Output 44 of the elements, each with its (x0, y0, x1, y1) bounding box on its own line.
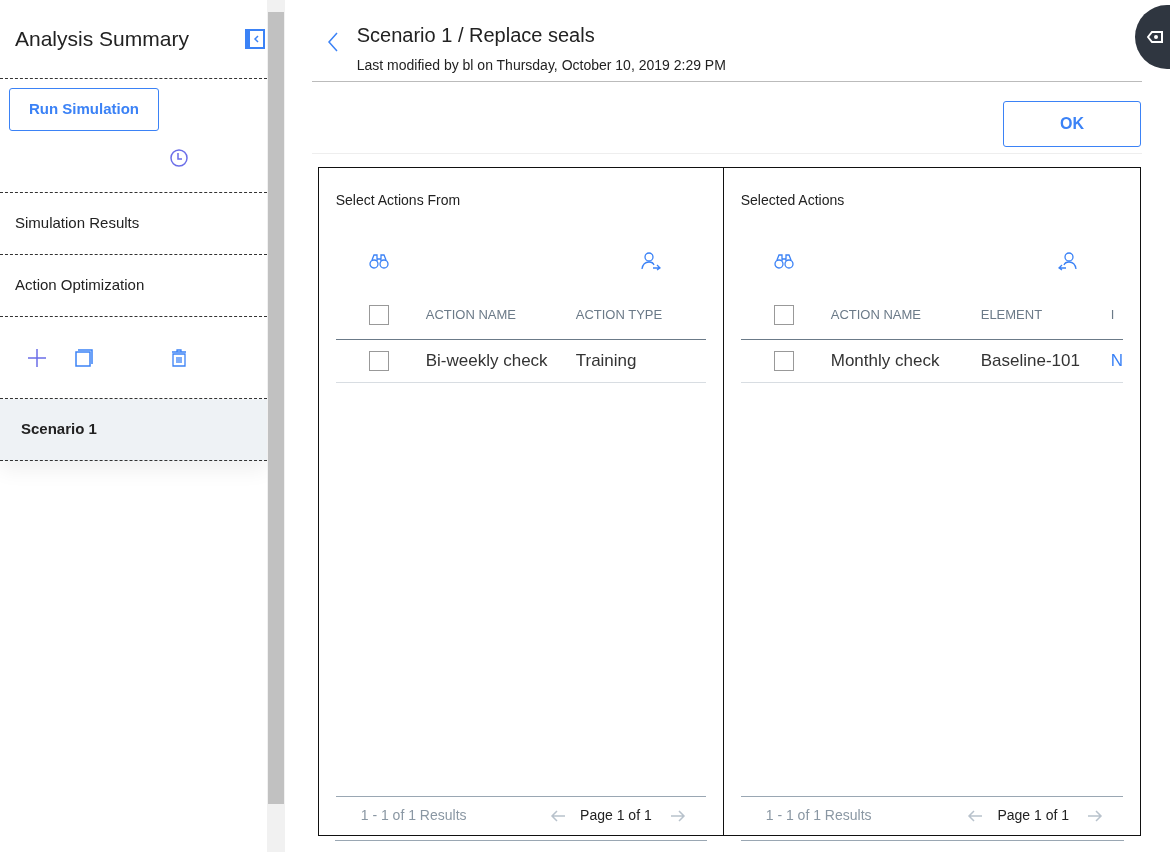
panel-title: Selected Actions (740, 191, 846, 210)
column-header: ACTION NAME (425, 305, 517, 324)
person-arrow-icon[interactable] (640, 251, 661, 271)
trash-icon[interactable] (171, 348, 187, 367)
row-checkbox[interactable] (368, 351, 389, 371)
results-count: 1 - 1 of 1 Results (765, 806, 872, 825)
page-indicator: Page 1 of 1 (580, 806, 652, 825)
table-cell-text: Monthly check (830, 350, 941, 373)
table-cell-text: Baseline-101 (980, 350, 1081, 373)
page-title: Scenario 1 / Replace seals (356, 23, 596, 48)
panel-title: Select Actions From (335, 191, 462, 210)
page-indicator: Page 1 of 1 (997, 806, 1069, 825)
select-all-checkbox[interactable] (368, 304, 389, 325)
floating-action-button[interactable] (1135, 5, 1170, 69)
column-header: I (1110, 305, 1116, 324)
row-checkbox[interactable] (773, 351, 794, 371)
sidebar-item[interactable]: Simulation Results (0, 193, 267, 255)
previous-page-button[interactable] (550, 809, 567, 822)
chevron-left-icon (253, 35, 260, 43)
column-header: ACTION TYPE (575, 305, 664, 324)
back-icon[interactable] (326, 32, 339, 52)
table-cell-text: Training (575, 350, 638, 373)
copy-icon[interactable] (75, 348, 93, 367)
person-arrow-icon[interactable] (1058, 251, 1078, 271)
clock-icon[interactable] (169, 148, 189, 168)
column-header: ACTION NAME (830, 305, 922, 324)
next-page-button[interactable] (1087, 809, 1103, 822)
table-cell-text: Bi-weekly check (425, 350, 549, 373)
scenario-item[interactable]: Scenario 1 (0, 399, 267, 461)
add-icon[interactable] (27, 347, 47, 368)
previous-page-button[interactable] (967, 809, 984, 822)
sidebar-title: Analysis Summary (15, 26, 189, 53)
ok-button[interactable]: OK (1003, 101, 1141, 147)
results-count: 1 - 1 of 1 Results (360, 806, 467, 825)
select-all-checkbox[interactable] (773, 304, 794, 325)
table-cell-text: N (1110, 350, 1123, 373)
last-modified-text: Last modified by bl on Thursday, October 10, 2019 2:29 PM (356, 56, 726, 75)
binoculars-icon[interactable] (368, 253, 389, 269)
scrollbar[interactable] (266, 0, 285, 852)
column-header: ELEMENT (980, 305, 1044, 324)
sidebar-item[interactable]: Action Optimization (0, 255, 267, 317)
run-simulation-button[interactable]: Run Simulation (9, 88, 159, 131)
binoculars-icon[interactable] (773, 253, 794, 269)
next-page-button[interactable] (669, 809, 686, 822)
